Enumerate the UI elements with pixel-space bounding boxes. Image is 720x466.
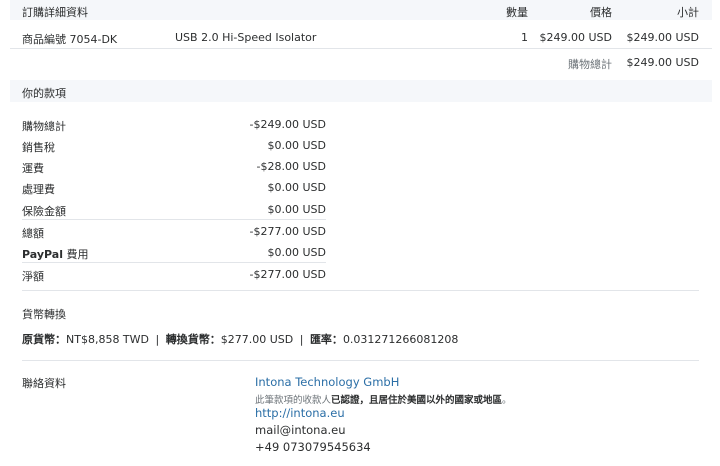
payment-header: [10, 80, 712, 102]
payment-divider: [22, 219, 326, 220]
item-subtotal: $249.00 USD: [626, 31, 700, 44]
merchant-verification-note: 此筆款項的收款人已認證，且居住於美國以外的國家或地區。: [255, 392, 512, 406]
payment-row-label: 購物總計: [22, 120, 66, 133]
separator: |: [299, 333, 304, 346]
payment-row-label: 保險金額: [22, 205, 66, 218]
item-price: $249.00 USD: [539, 31, 613, 44]
exchange-rate-label: 匯率：: [309, 333, 343, 346]
payment-divider: [22, 262, 326, 263]
converted-currency-value: $277.00 USD: [220, 333, 294, 346]
currency-details: 原貨幣：NT$8,858 TWD | 轉換貨幣：$277.00 USD | 匯率…: [22, 331, 458, 347]
payment-row-label: 運費: [22, 162, 44, 175]
item-number: 商品編號 7054-DK: [22, 33, 118, 46]
note-prefix: 此筆款項的收款人: [255, 395, 332, 406]
merchant-website-link[interactable]: http://intona.eu: [255, 406, 345, 420]
paypal-fee-label: 費用: [66, 248, 89, 261]
original-currency-label: 原貨幣：: [22, 333, 66, 346]
payment-title: 你的款項: [22, 87, 66, 100]
payment-row-value: -$249.00 USD: [249, 118, 326, 131]
payment-row-label: 銷售稅: [22, 141, 55, 154]
payment-row-label: 總額: [22, 227, 44, 240]
section-divider: [22, 290, 699, 291]
order-details-title: 訂購詳細資料: [22, 6, 88, 19]
payment-row-value: -$277.00 USD: [249, 225, 326, 238]
cart-total-label: 購物總計: [568, 58, 612, 71]
section-divider: [22, 360, 699, 361]
separator: |: [155, 333, 160, 346]
payment-row-value: $0.00 USD: [267, 203, 327, 216]
cart-total-value: $249.00 USD: [626, 56, 700, 69]
payment-row-value: -$28.00 USD: [256, 160, 326, 173]
item-divider: [10, 48, 712, 49]
payment-row-value: $0.00 USD: [267, 139, 327, 152]
contact-title: 聯絡資料: [22, 377, 66, 390]
paypal-brand: PayPal: [22, 248, 63, 261]
price-column-header: 價格: [590, 6, 612, 19]
subtotal-column-header: 小計: [677, 6, 699, 19]
payment-row-label: 處理費: [22, 183, 55, 196]
item-name: USB 2.0 Hi-Speed Isolator: [175, 31, 317, 44]
payment-row-label: 淨額: [22, 270, 44, 283]
note-suffix: 。: [502, 395, 512, 406]
converted-currency-label: 轉換貨幣：: [165, 333, 221, 346]
payment-row-value: $0.00 USD: [267, 181, 327, 194]
exchange-rate-value: 0.031271266081208: [342, 333, 459, 346]
note-bold: 已認證，且居住於美國以外的國家或地區: [331, 395, 503, 406]
merchant-email: mail@intona.eu: [255, 423, 346, 437]
merchant-name-link[interactable]: Intona Technology GmbH: [255, 375, 399, 389]
original-currency-value: NT$8,858 TWD: [66, 333, 149, 346]
currency-title: 貨幣轉換: [22, 308, 66, 321]
payment-row-value: $0.00 USD: [267, 246, 327, 259]
payment-row-value: -$277.00 USD: [249, 268, 326, 281]
merchant-phone: +49 073079545634: [255, 440, 371, 454]
item-qty: 1: [521, 31, 528, 44]
qty-column-header: 數量: [506, 6, 528, 19]
payment-row-label: PayPal 費用: [22, 246, 88, 262]
